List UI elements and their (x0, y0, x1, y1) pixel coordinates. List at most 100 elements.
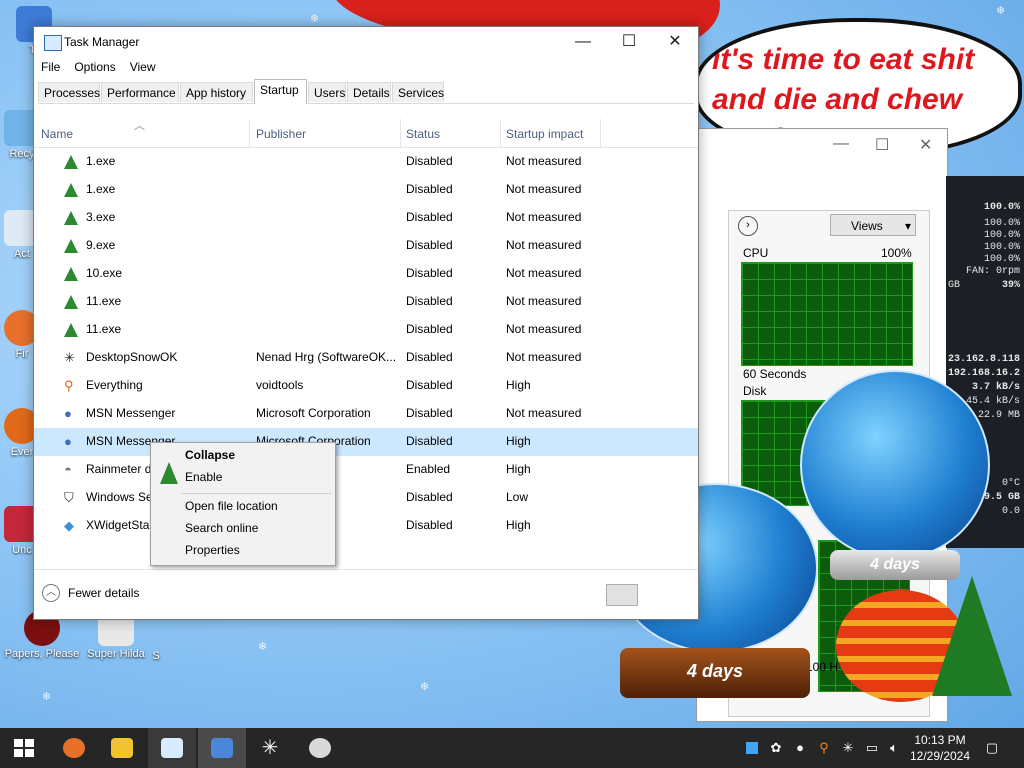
sidebar-value: 9.5 GB (983, 492, 1020, 503)
taskbar-task-manager[interactable] (198, 728, 246, 768)
row-name: Everything (86, 378, 143, 392)
row-name: 9.exe (86, 238, 116, 252)
context-menu-enable[interactable]: Enable (185, 470, 222, 484)
context-menu-open-file-location[interactable]: Open file location (185, 499, 278, 513)
table-row[interactable]: ◆ XWidgetStar Disabled High (34, 512, 698, 540)
menu-bar: File Options View (34, 57, 163, 79)
menu-view[interactable]: View (123, 57, 163, 77)
column-divider[interactable] (400, 119, 401, 147)
feather-icon[interactable]: ✿ (768, 740, 784, 756)
minimize-button[interactable]: — (560, 27, 606, 57)
table-row[interactable]: ● MSN Messenger Microsoft Corporation Disab… (34, 400, 698, 428)
maximize-icon[interactable]: ☐ (875, 135, 889, 155)
row-status: Disabled (406, 350, 453, 364)
row-name: DesktopSnowOK (86, 350, 178, 364)
clock[interactable]: 10:13 PM 12/29/2024 (900, 732, 980, 764)
cpu-max-label: 100% (881, 246, 912, 260)
network-icon[interactable]: ▭ (864, 740, 880, 756)
fewer-details-link[interactable]: Fewer details (68, 586, 139, 600)
context-menu-properties[interactable]: Properties (185, 543, 240, 557)
desktop-icon-label: Papers, Please (4, 648, 80, 660)
sidebar-value: 0°C (1001, 478, 1020, 489)
column-divider[interactable] (500, 119, 501, 147)
start-button[interactable] (0, 728, 48, 768)
table-row[interactable]: 11.exe Disabled Not measured (34, 316, 698, 344)
row-status: Disabled (406, 182, 453, 196)
context-menu-collapse[interactable]: Collapse (185, 448, 235, 462)
close-button[interactable]: ✕ (652, 27, 698, 57)
context-menu-search-online[interactable]: Search online (185, 521, 258, 535)
shield-icon: ⛉ (64, 490, 74, 505)
taskbar-file-explorer[interactable] (98, 728, 146, 768)
column-startup-impact[interactable]: Startup impact (506, 127, 583, 141)
column-divider[interactable] (249, 119, 250, 147)
tab-performance[interactable]: Performance (101, 82, 179, 102)
sidebar-value: 192.168.16.2 (947, 368, 1020, 379)
table-row[interactable]: ⚲ Everything voidtools Disabled High (34, 372, 698, 400)
menu-options[interactable]: Options (67, 57, 122, 77)
vertical-scrollbar[interactable] (689, 148, 697, 558)
globe-days-label: 4 days (686, 661, 744, 681)
taskbar-navigator[interactable] (296, 728, 344, 768)
row-status: Disabled (406, 322, 453, 336)
raindrop-icon: ◓ (64, 462, 72, 477)
table-row[interactable]: ⛉Windows SeorationDisabledLow (34, 484, 698, 512)
table-row[interactable]: 11.exe Disabled Not measured (34, 288, 698, 316)
desktop-icon-s[interactable]: S (146, 650, 166, 662)
desktop-icon-label: Fir (15, 348, 29, 360)
table-row[interactable]: 1.exe Disabled Not measured (34, 176, 698, 204)
taskbar-task-manager-pinned[interactable] (148, 728, 196, 768)
sidebar-value: 100.0% (983, 218, 1020, 229)
minimize-icon[interactable]: — (833, 135, 849, 153)
tab-app-history[interactable]: App history (180, 82, 253, 102)
row-startup-impact: Not measured (506, 154, 582, 168)
row-publisher: voidtools (256, 378, 304, 392)
search-icon[interactable]: ⚲ (816, 740, 832, 756)
row-name: 11.exe (86, 322, 122, 336)
sort-arrow-icon[interactable]: ︿ (134, 117, 145, 133)
table-row[interactable]: ◓ Rainmeter d Enabled High (34, 456, 698, 484)
maximize-button[interactable]: ☐ (606, 27, 652, 57)
sidebar-value: 45.4 kB/s (965, 396, 1020, 407)
tab-details[interactable]: Details (347, 82, 391, 102)
row-status: Disabled (406, 378, 453, 392)
tab-users[interactable]: Users (308, 82, 346, 102)
taskbar-desktop-snow[interactable]: ✳ (246, 728, 294, 768)
views-button[interactable]: Views ▾ (830, 214, 916, 236)
table-row[interactable]: 9.exe Disabled Not measured (34, 232, 698, 260)
sidebar-value: 3.7 kB/s (971, 382, 1020, 393)
messenger-icon: ● (64, 434, 72, 449)
column-publisher[interactable]: Publisher (256, 127, 306, 141)
tab-bar: Processes Performance App history Startu… (38, 79, 694, 104)
title-bar[interactable]: Task Manager — ☐ ✕ (34, 27, 698, 57)
table-row[interactable]: 10.exe Disabled Not measured (34, 260, 698, 288)
expand-arrow-icon[interactable]: › (738, 216, 758, 236)
notification-icon[interactable]: ▢ (984, 740, 1000, 756)
cpu-label: CPU (743, 246, 769, 260)
table-row[interactable]: 3.exe Disabled Not measured (34, 204, 698, 232)
table-row[interactable]: ✳ DesktopSnowOK Nenad Hrg (SoftwareOK... Di… (34, 344, 698, 372)
close-icon[interactable]: ✕ (919, 135, 932, 155)
task-manager-window[interactable]: Task Manager — ☐ ✕ File Options View Proce… (33, 26, 699, 620)
sidebar-value: FAN: 0rpm (965, 266, 1020, 277)
tab-startup[interactable]: Startup (254, 79, 307, 104)
column-name[interactable]: Name (41, 127, 73, 141)
row-startup-impact: Low (506, 490, 529, 504)
column-status[interactable]: Status (406, 127, 440, 141)
footer-button-partial[interactable] (606, 584, 638, 606)
tab-services[interactable]: Services (392, 82, 444, 102)
tab-processes[interactable]: Processes (38, 82, 100, 102)
taskbar-firefox[interactable] (50, 728, 98, 768)
clock-time: 10:13 PM (914, 733, 966, 747)
row-startup-impact: Not measured (506, 406, 582, 420)
views-label: Views (851, 219, 883, 233)
snowflake-icon[interactable]: ✳ (840, 740, 856, 756)
chevron-up-icon[interactable]: ︿ (42, 584, 60, 602)
color-icon[interactable] (744, 740, 760, 756)
drop-icon[interactable]: ● (792, 740, 808, 756)
column-divider[interactable] (600, 119, 601, 147)
table-row[interactable]: 1.exe Disabled Not measured (34, 148, 698, 176)
table-row[interactable]: ● MSN Messenger Microsoft Corporation Disab… (34, 428, 698, 456)
menu-file[interactable]: File (34, 57, 67, 77)
row-status: Enabled (406, 462, 451, 476)
